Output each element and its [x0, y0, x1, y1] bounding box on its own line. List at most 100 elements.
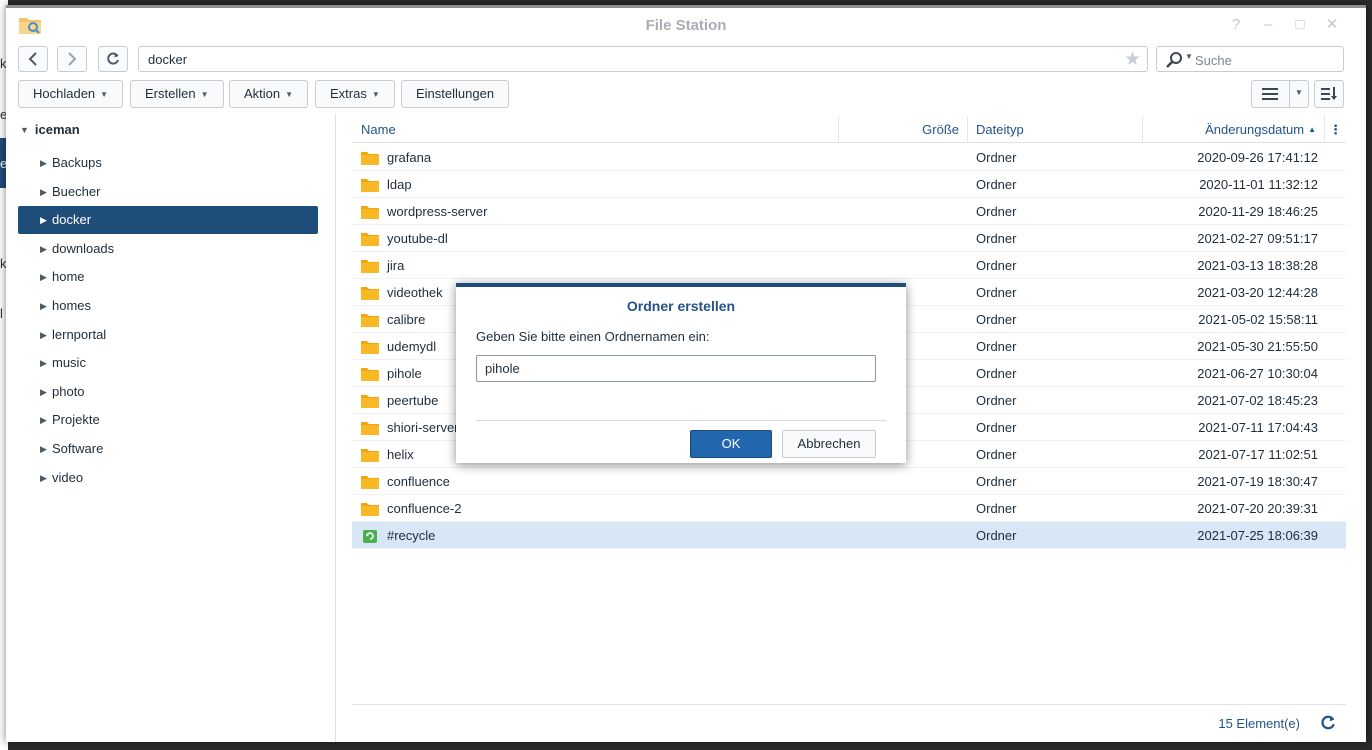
caret-down-icon: ▼: [371, 90, 380, 99]
table-row[interactable]: confluence Ordner 2021-07-19 18:30:47: [352, 468, 1346, 495]
folder-icon: [361, 503, 379, 516]
caret-down-icon[interactable]: ▼: [1295, 88, 1303, 97]
file-type: Ordner: [976, 150, 1017, 165]
triangle-right-icon[interactable]: ▶: [40, 235, 52, 263]
sidebar-item-label: downloads: [52, 240, 115, 256]
table-row[interactable]: wordpress-server Ordner 2020-11-29 18:46:2…: [352, 198, 1346, 225]
triangle-right-icon[interactable]: ▶: [40, 178, 52, 206]
file-modified: 2020-11-01 11:32:12: [1199, 177, 1318, 192]
table-row[interactable]: confluence-2 Ordner 2021-07-20 20:39:31: [352, 495, 1346, 522]
sidebar-item[interactable]: ▶ Projekte: [18, 406, 318, 434]
sidebar-item[interactable]: ▶ home: [18, 263, 318, 291]
sidebar-item[interactable]: ▶ video: [18, 464, 318, 492]
folder-tree: ▼ iceman ▶ Backups ▶ Buecher ▶ docker ▶ download…: [6, 114, 336, 742]
column-header-size[interactable]: Größe: [839, 116, 968, 143]
triangle-right-icon[interactable]: ▶: [40, 263, 52, 291]
search-icon[interactable]: [1165, 51, 1185, 69]
file-type: Ordner: [976, 447, 1017, 462]
tree-root-label: iceman: [34, 122, 80, 137]
triangle-right-icon[interactable]: ▶: [40, 378, 52, 406]
item-count: 15 Element(e): [1218, 716, 1300, 731]
upload-button[interactable]: Hochladen ▼: [18, 80, 124, 108]
maximize-icon[interactable]: □: [1290, 15, 1310, 35]
sidebar-item[interactable]: ▶ docker: [18, 206, 318, 235]
table-row[interactable]: youtube-dl Ordner 2021-02-27 09:51:17: [352, 225, 1346, 252]
close-icon[interactable]: ✕: [1322, 15, 1342, 35]
file-type: Ordner: [976, 258, 1017, 273]
column-options-icon[interactable]: ⋮: [1325, 116, 1346, 143]
minimize-icon[interactable]: –: [1258, 15, 1278, 35]
file-modified: 2021-07-11 17:04:43: [1198, 420, 1318, 435]
file-type: Ordner: [976, 420, 1017, 435]
file-modified: 2021-05-30 21:55:50: [1197, 339, 1318, 354]
action-button[interactable]: Aktion ▼: [229, 80, 309, 108]
column-header-type[interactable]: Dateityp: [968, 116, 1143, 143]
column-header-modified[interactable]: Änderungsdatum ▲: [1143, 116, 1325, 143]
folder-icon: [361, 206, 379, 219]
title-bar[interactable]: File Station ? – □ ✕: [6, 8, 1366, 43]
folder-icon: [361, 368, 379, 381]
sidebar-item[interactable]: ▶ Backups: [18, 149, 318, 177]
folder-icon: [361, 260, 379, 273]
file-type: Ordner: [976, 393, 1017, 408]
file-modified: 2021-07-20 20:39:31: [1197, 501, 1318, 516]
tree-root-iceman[interactable]: ▼ iceman: [20, 122, 80, 137]
settings-button[interactable]: Einstellungen: [401, 80, 510, 108]
refresh-button[interactable]: [98, 46, 128, 72]
sidebar-item-label: lernportal: [52, 326, 107, 342]
file-type: Ordner: [976, 231, 1017, 246]
table-row[interactable]: #recycle Ordner 2021-07-25 18:06:39: [352, 522, 1346, 549]
extras-button[interactable]: Extras ▼: [315, 80, 395, 108]
search-box[interactable]: ▼: [1156, 46, 1344, 72]
folder-icon: [361, 233, 379, 246]
triangle-down-icon[interactable]: ▼: [20, 125, 29, 135]
file-name: #recycle: [387, 528, 436, 543]
background-text: l: [0, 306, 3, 321]
table-row[interactable]: ldap Ordner 2020-11-01 11:32:12: [352, 171, 1346, 198]
triangle-right-icon[interactable]: ▶: [40, 149, 52, 177]
list-view-icon: [1262, 88, 1278, 100]
caret-down-icon: ▼: [285, 90, 294, 99]
triangle-right-icon[interactable]: ▶: [40, 349, 52, 377]
column-header-name[interactable]: Name: [352, 116, 839, 143]
file-name: peertube: [387, 393, 439, 408]
sidebar-item[interactable]: ▶ Buecher: [18, 178, 318, 206]
file-name: shiori-server: [387, 420, 459, 435]
sidebar-item[interactable]: ▶ downloads: [18, 235, 318, 263]
triangle-right-icon[interactable]: ▶: [40, 464, 52, 492]
triangle-right-icon[interactable]: ▶: [40, 406, 52, 434]
file-type: Ordner: [976, 204, 1017, 219]
caret-down-icon: ▼: [100, 90, 109, 99]
triangle-right-icon[interactable]: ▶: [40, 292, 52, 320]
sidebar-item[interactable]: ▶ Software: [18, 435, 318, 463]
ok-button[interactable]: OK: [690, 430, 772, 458]
sidebar-item[interactable]: ▶ music: [18, 349, 318, 377]
view-mode-button[interactable]: ▼: [1251, 80, 1309, 108]
search-options-caret-icon[interactable]: ▼: [1185, 52, 1193, 61]
chevron-right-icon: [68, 52, 77, 66]
sidebar-item[interactable]: ▶ lernportal: [18, 321, 318, 349]
refresh-icon[interactable]: [1320, 715, 1336, 731]
sort-button[interactable]: [1314, 80, 1344, 108]
folder-name-input[interactable]: [476, 355, 876, 382]
help-icon[interactable]: ?: [1226, 15, 1246, 35]
table-row[interactable]: grafana Ordner 2020-09-26 17:41:12: [352, 144, 1346, 171]
sidebar-item[interactable]: ▶ homes: [18, 292, 318, 320]
create-button[interactable]: Erstellen ▼: [130, 80, 224, 108]
folder-icon: [361, 449, 379, 462]
table-row[interactable]: jira Ordner 2021-03-13 18:38:28: [352, 252, 1346, 279]
forward-button[interactable]: [57, 46, 87, 72]
sidebar-item[interactable]: ▶ photo: [18, 378, 318, 406]
path-bar[interactable]: docker ★: [138, 46, 1148, 72]
triangle-right-icon[interactable]: ▶: [40, 206, 52, 234]
sidebar-item-label: music: [52, 355, 86, 371]
star-icon[interactable]: ★: [1124, 48, 1141, 71]
file-name: grafana: [387, 150, 432, 165]
back-button[interactable]: [18, 46, 48, 72]
search-input[interactable]: [1195, 51, 1335, 69]
triangle-right-icon[interactable]: ▶: [40, 435, 52, 463]
file-type: Ordner: [976, 312, 1017, 327]
sidebar-item-label: Buecher: [52, 183, 101, 199]
triangle-right-icon[interactable]: ▶: [40, 321, 52, 349]
cancel-button[interactable]: Abbrechen: [782, 430, 876, 458]
